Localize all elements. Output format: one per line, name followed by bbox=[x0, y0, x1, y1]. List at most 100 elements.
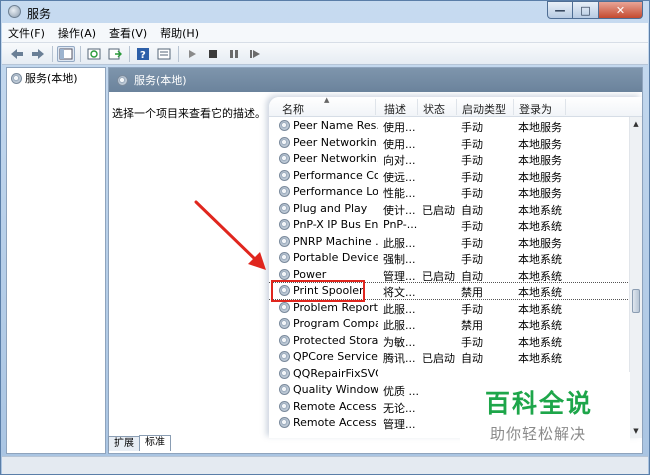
table-row[interactable]: Peer Name Res... 使用... 手动 本地服务 bbox=[269, 118, 629, 134]
service-desc: 此服... bbox=[383, 236, 416, 250]
console-tree-pane: 服务(本地) bbox=[6, 67, 106, 454]
tab-extended[interactable]: 扩展 bbox=[108, 436, 140, 451]
table-row[interactable]: Peer Networkin... 向对... 手动 本地服务 bbox=[269, 151, 629, 167]
service-state: 已启动 bbox=[422, 269, 455, 283]
column-divider[interactable] bbox=[565, 99, 566, 115]
service-name: Program Compa... bbox=[293, 317, 378, 330]
restart-service-icon[interactable] bbox=[246, 46, 264, 62]
vertical-scrollbar[interactable]: ▲ ▼ bbox=[629, 117, 642, 438]
export-list-icon[interactable] bbox=[106, 46, 124, 62]
table-row[interactable]: Performance Lo... 性能... 手动 本地服务 bbox=[269, 184, 629, 200]
column-header-startup[interactable]: 启动类型 bbox=[462, 101, 506, 117]
tree-item-services-local[interactable]: 服务(本地) bbox=[11, 70, 78, 86]
service-name: Peer Name Res... bbox=[293, 119, 378, 132]
menu-file[interactable]: 文件(F) bbox=[8, 25, 45, 41]
column-divider[interactable] bbox=[417, 99, 418, 115]
minimize-button[interactable]: — bbox=[547, 1, 573, 19]
scroll-up-arrow-icon[interactable]: ▲ bbox=[630, 117, 642, 131]
toolbar-separator bbox=[178, 45, 179, 62]
column-header-name[interactable]: 名称 bbox=[282, 101, 304, 117]
toolbar: ? bbox=[2, 43, 648, 65]
help-icon[interactable]: ? bbox=[134, 46, 152, 62]
gear-icon bbox=[279, 120, 290, 131]
service-startup: 禁用 bbox=[461, 286, 483, 299]
service-logon: 本地系统 bbox=[518, 286, 562, 299]
column-header-logon[interactable]: 登录为 bbox=[519, 101, 552, 117]
service-name: Portable Device ... bbox=[293, 251, 378, 264]
service-name: Quality Windows... bbox=[293, 383, 378, 396]
column-divider[interactable] bbox=[375, 99, 376, 115]
title-bar[interactable]: 服务 — □ ✕ bbox=[1, 1, 649, 23]
gear-icon bbox=[279, 186, 290, 197]
gear-icon bbox=[279, 301, 290, 313]
table-row[interactable]: QPCore Service 腾讯... 已启动 自动 本地系统 bbox=[269, 349, 629, 365]
service-name: QQRepairFixSVC bbox=[293, 366, 378, 380]
service-logon: 本地系统 bbox=[518, 302, 562, 316]
table-row[interactable]: Peer Networkin... 使用... 手动 本地服务 bbox=[269, 135, 629, 151]
service-logon: 本地系统 bbox=[518, 203, 562, 217]
menu-help[interactable]: 帮助(H) bbox=[160, 25, 199, 41]
service-logon: 本地服务 bbox=[518, 236, 562, 250]
scrollbar-thumb[interactable] bbox=[632, 289, 640, 313]
toolbar-separator bbox=[80, 45, 81, 62]
table-row[interactable]: Performance Co... 使远... 手动 本地服务 bbox=[269, 168, 629, 184]
service-startup: 自动 bbox=[461, 269, 483, 283]
service-name: Remote Access ... bbox=[293, 399, 378, 413]
service-name: Problem Report... bbox=[293, 300, 378, 314]
menu-view[interactable]: 查看(V) bbox=[109, 25, 147, 41]
gear-icon bbox=[279, 219, 290, 230]
table-row[interactable]: Protected Storage 为敏... 手动 本地系统 bbox=[269, 333, 629, 349]
service-name: QPCore Service bbox=[293, 350, 378, 363]
column-divider[interactable] bbox=[456, 99, 457, 115]
service-logon: 本地服务 bbox=[518, 137, 562, 151]
column-header-desc[interactable]: 描述 bbox=[384, 101, 406, 117]
refresh-icon[interactable] bbox=[85, 46, 103, 62]
menu-action[interactable]: 操作(A) bbox=[58, 25, 96, 41]
service-desc: 为敏... bbox=[383, 335, 416, 349]
annotation-arrow-icon bbox=[194, 200, 266, 270]
table-row[interactable]: PNRP Machine ... 此服... 手动 本地服务 bbox=[269, 234, 629, 250]
service-desc: 向对... bbox=[383, 154, 416, 167]
service-logon: 本地服务 bbox=[518, 154, 562, 167]
service-startup: 手动 bbox=[461, 121, 483, 134]
forward-arrow-icon[interactable] bbox=[29, 46, 47, 62]
service-name: Performance Lo... bbox=[293, 185, 378, 198]
table-row[interactable]: PnP-X IP Bus En... PnP-... 手动 本地系统 bbox=[269, 217, 629, 233]
column-divider[interactable] bbox=[513, 99, 514, 115]
gear-icon bbox=[279, 202, 290, 214]
pause-service-icon[interactable] bbox=[225, 46, 243, 62]
service-desc: 优质 ... bbox=[383, 385, 419, 398]
service-startup: 手动 bbox=[461, 302, 483, 316]
maximize-button[interactable]: □ bbox=[573, 1, 599, 19]
stop-service-icon[interactable] bbox=[204, 46, 222, 62]
service-desc: 使计... bbox=[383, 203, 416, 217]
table-row[interactable]: Plug and Play 使计... 已启动 自动 本地系统 bbox=[269, 201, 629, 217]
scroll-down-arrow-icon[interactable]: ▼ bbox=[630, 424, 642, 438]
gear-icon bbox=[279, 268, 290, 280]
close-button[interactable]: ✕ bbox=[599, 1, 643, 19]
start-service-icon[interactable] bbox=[183, 46, 201, 62]
service-logon: 本地服务 bbox=[518, 187, 562, 200]
back-arrow-icon[interactable] bbox=[8, 46, 26, 62]
gear-icon bbox=[279, 136, 290, 148]
service-state: 已启动 bbox=[422, 352, 455, 365]
service-startup: 手动 bbox=[461, 220, 483, 233]
service-startup: 手动 bbox=[461, 187, 483, 200]
show-console-tree-icon[interactable] bbox=[57, 45, 75, 62]
table-row[interactable]: Program Compa... 此服... 禁用 本地系统 bbox=[269, 316, 629, 332]
service-logon: 本地系统 bbox=[518, 319, 562, 332]
service-desc: 管理... bbox=[383, 418, 416, 431]
service-logon: 本地系统 bbox=[518, 253, 562, 266]
gear-icon bbox=[279, 334, 290, 346]
service-desc: 使用... bbox=[383, 137, 416, 151]
tab-standard[interactable]: 标准 bbox=[139, 435, 171, 451]
service-state: 已启动 bbox=[422, 203, 455, 217]
properties-icon[interactable] bbox=[155, 46, 173, 62]
service-desc: 性能... bbox=[383, 187, 416, 200]
gear-icon bbox=[279, 235, 290, 247]
table-row[interactable]: Portable Device ... 强制... 手动 本地系统 bbox=[269, 250, 629, 266]
status-bar bbox=[2, 456, 648, 474]
column-header-state[interactable]: 状态 bbox=[423, 101, 445, 117]
window-title: 服务 bbox=[27, 7, 52, 21]
description-prompt: 选择一个项目来查看它的描述。 bbox=[112, 107, 266, 120]
